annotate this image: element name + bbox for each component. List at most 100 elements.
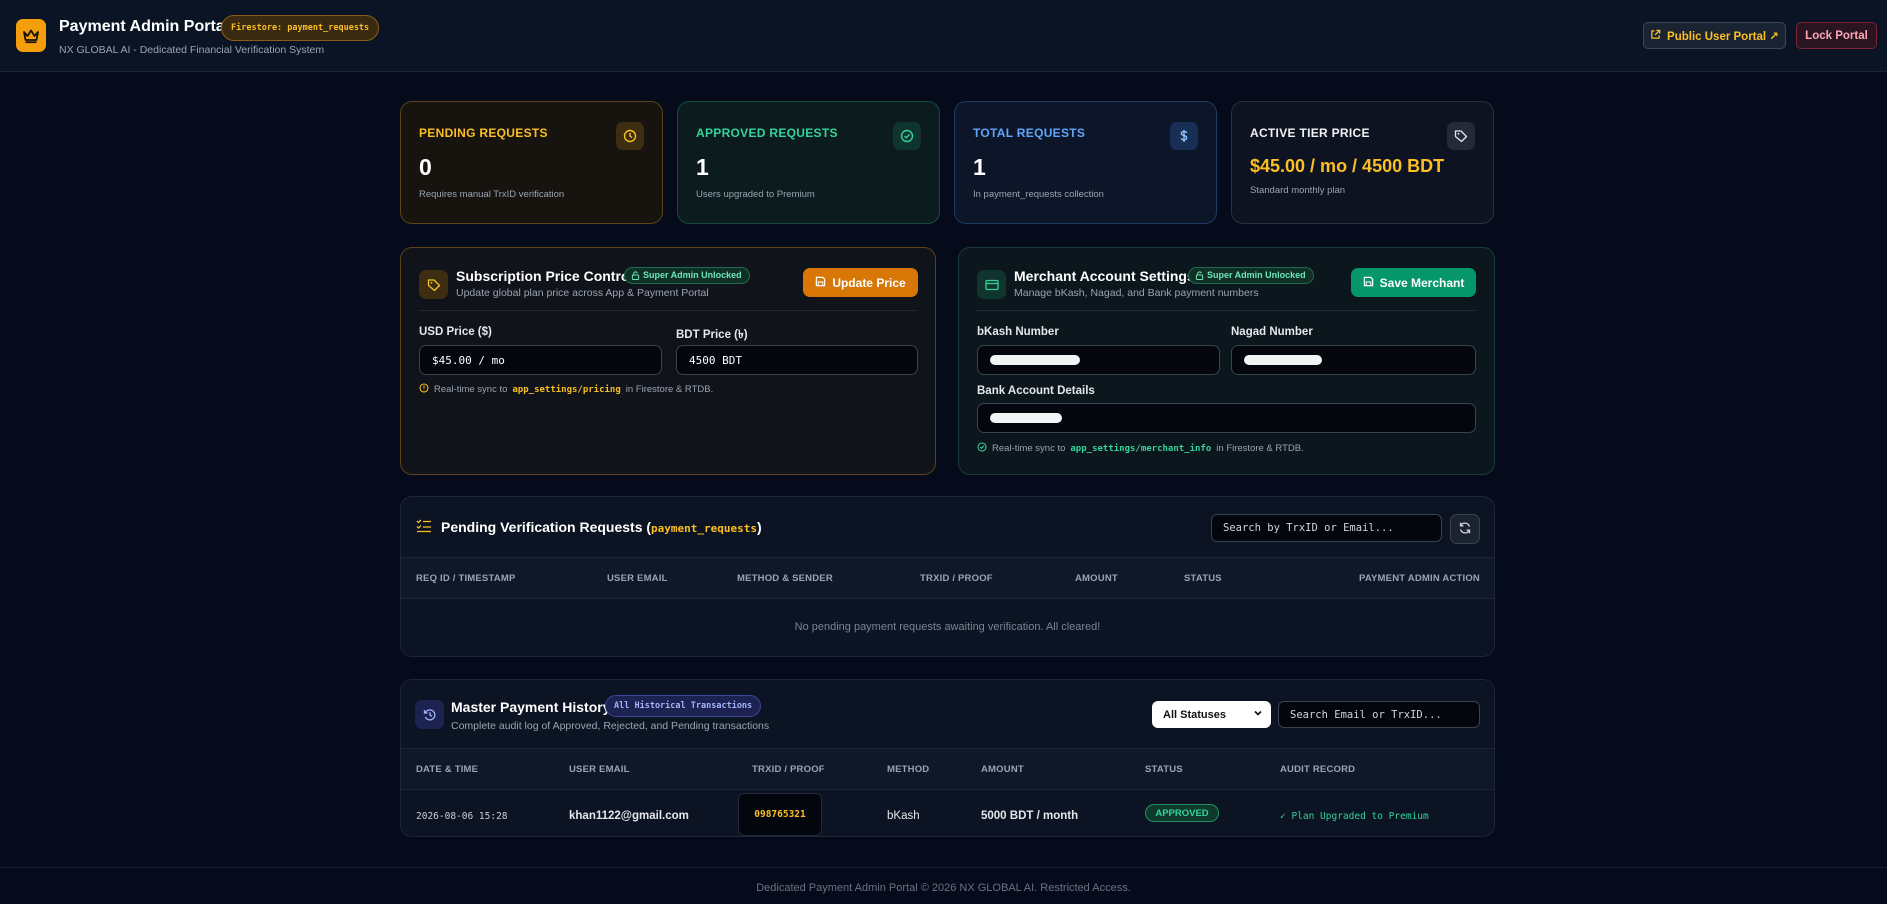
tag-icon xyxy=(419,270,448,299)
stat-note: Requires manual TrxID verification xyxy=(419,189,565,200)
stat-card-pending: PENDING REQUESTS 0 Requires manual TrxID… xyxy=(400,101,663,224)
crown-icon xyxy=(16,19,46,52)
payment-history-panel: Master Payment History All Historical Tr… xyxy=(400,679,1495,837)
save-icon xyxy=(1363,276,1374,290)
column-header: STATUS xyxy=(1145,764,1183,775)
lock-portal-button[interactable]: Lock Portal xyxy=(1796,22,1877,49)
panel-title: Subscription Price Control xyxy=(456,268,634,284)
sync-suffix: in Firestore & RTDB. xyxy=(1216,443,1304,454)
row-method: bKash xyxy=(887,810,920,822)
history-subtitle: Complete audit log of Approved, Rejected… xyxy=(451,720,770,732)
stat-label: ACTIVE TIER PRICE xyxy=(1250,126,1370,140)
pricing-sync-note: Real-time sync to app_settings/pricing i… xyxy=(419,383,713,396)
bkash-number-input[interactable] xyxy=(977,345,1220,375)
refresh-button[interactable] xyxy=(1450,514,1480,544)
masked-value xyxy=(1244,355,1322,365)
history-search-input[interactable]: Search Email or TrxID... xyxy=(1278,701,1480,728)
external-link-icon xyxy=(1650,29,1661,43)
panel-subtitle: Manage bKash, Nagad, and Bank payment nu… xyxy=(1014,287,1259,299)
pending-title-text: Pending Verification Requests ( xyxy=(441,519,652,535)
public-user-portal-button[interactable]: Public User Portal ↗ xyxy=(1643,22,1786,49)
sync-path: app_settings/merchant_info xyxy=(1070,443,1212,454)
sync-path: app_settings/pricing xyxy=(512,384,621,395)
panel-title: Merchant Account Settings xyxy=(1014,268,1195,284)
stat-note: Users upgraded to Premium xyxy=(696,189,815,200)
stat-card-total: TOTAL REQUESTS 1 In payment_requests col… xyxy=(954,101,1217,224)
app-title: Payment Admin Portal xyxy=(59,18,230,35)
public-user-portal-label: Public User Portal ↗ xyxy=(1667,30,1779,43)
update-price-label: Update Price xyxy=(832,275,906,290)
checklist-icon xyxy=(416,519,432,536)
bkash-label: bKash Number xyxy=(977,326,1059,338)
stat-label: APPROVED REQUESTS xyxy=(696,126,838,140)
merchant-sync-note: Real-time sync to app_settings/merchant_… xyxy=(977,442,1304,455)
bank-details-input[interactable] xyxy=(977,403,1476,433)
tag-icon xyxy=(1447,122,1475,150)
bank-details-label: Bank Account Details xyxy=(977,385,1095,397)
sync-prefix: Real-time sync to xyxy=(992,443,1066,454)
bdt-price-input[interactable]: 4500 BDT xyxy=(676,345,918,375)
footer-text: Dedicated Payment Admin Portal © 2026 NX… xyxy=(756,882,1131,894)
super-admin-badge: Super Admin Unlocked xyxy=(624,267,750,284)
status-filter-value: All Statuses xyxy=(1163,708,1226,721)
status-filter-select[interactable]: All Statuses xyxy=(1152,701,1271,728)
badge-label: Super Admin Unlocked xyxy=(643,270,742,280)
row-trxid: 098765321 xyxy=(738,793,822,836)
stat-value: 0 xyxy=(419,154,432,180)
save-icon xyxy=(815,276,826,290)
pending-title: Pending Verification Requests (payment_r… xyxy=(441,519,762,535)
nagad-label: Nagad Number xyxy=(1231,326,1313,338)
check-circle-icon xyxy=(977,442,987,455)
nagad-number-input[interactable] xyxy=(1231,345,1476,375)
badge-label: Super Admin Unlocked xyxy=(1207,270,1306,280)
bdt-price-label: BDT Price (৳) xyxy=(676,329,748,341)
pending-title-code: payment_requests xyxy=(651,522,758,535)
column-header: PAYMENT ADMIN ACTION xyxy=(1359,573,1480,584)
stat-note: In payment_requests collection xyxy=(973,189,1104,200)
pending-requests-panel: Pending Verification Requests (payment_r… xyxy=(400,496,1495,657)
column-header: METHOD xyxy=(887,764,930,775)
chevron-down-icon xyxy=(1252,707,1264,722)
refresh-icon xyxy=(1458,521,1472,538)
subscription-price-panel: Subscription Price Control Super Admin U… xyxy=(400,247,936,475)
dollar-icon xyxy=(1170,122,1198,150)
clock-icon xyxy=(616,122,644,150)
stat-value: $45.00 / mo / 4500 BDT xyxy=(1250,156,1445,176)
column-header: AUDIT RECORD xyxy=(1280,764,1356,775)
stat-value: 1 xyxy=(696,154,709,180)
check-circle-icon xyxy=(893,122,921,150)
column-header: USER EMAIL xyxy=(607,573,668,584)
stat-label: TOTAL REQUESTS xyxy=(973,126,1086,140)
column-header: STATUS xyxy=(1184,573,1222,584)
stat-card-approved: APPROVED REQUESTS 1 Users upgraded to Pr… xyxy=(677,101,940,224)
column-header: AMOUNT xyxy=(981,764,1024,775)
pending-search-input[interactable]: Search by TrxID or Email... xyxy=(1211,514,1442,542)
info-icon xyxy=(419,383,429,396)
historical-badge: All Historical Transactions xyxy=(605,695,762,717)
usd-price-input[interactable]: $45.00 / mo xyxy=(419,345,662,375)
super-admin-badge: Super Admin Unlocked xyxy=(1188,267,1314,284)
column-header: TRXID / PROOF xyxy=(920,573,993,584)
history-title: Master Payment History xyxy=(451,699,611,715)
stat-card-tier-price: ACTIVE TIER PRICE $45.00 / mo / 4500 BDT… xyxy=(1231,101,1494,224)
update-price-button[interactable]: Update Price xyxy=(803,268,918,297)
footer-divider xyxy=(0,867,1887,868)
stat-label: PENDING REQUESTS xyxy=(419,126,548,140)
save-merchant-button[interactable]: Save Merchant xyxy=(1351,268,1476,297)
column-header: REQ ID / TIMESTAMP xyxy=(416,573,516,584)
pending-title-close: ) xyxy=(757,519,762,535)
unlock-icon xyxy=(1195,271,1204,280)
column-header: TRXID / PROOF xyxy=(752,764,825,775)
masked-value xyxy=(990,413,1062,423)
row-date: 2026-08-06 15:28 xyxy=(416,811,508,822)
status-badge: APPROVED xyxy=(1145,804,1219,822)
sync-prefix: Real-time sync to xyxy=(434,384,508,395)
column-header: USER EMAIL xyxy=(569,764,630,775)
firestore-badge: Firestore: payment_requests xyxy=(221,15,380,41)
app-subtitle: NX GLOBAL AI - Dedicated Financial Verif… xyxy=(59,44,325,56)
stat-note: Standard monthly plan xyxy=(1250,185,1346,196)
row-email: khan1122@gmail.com xyxy=(569,810,689,822)
row-amount: 5000 BDT / month xyxy=(981,810,1079,822)
save-merchant-label: Save Merchant xyxy=(1379,275,1465,290)
column-header: METHOD & SENDER xyxy=(737,573,833,584)
